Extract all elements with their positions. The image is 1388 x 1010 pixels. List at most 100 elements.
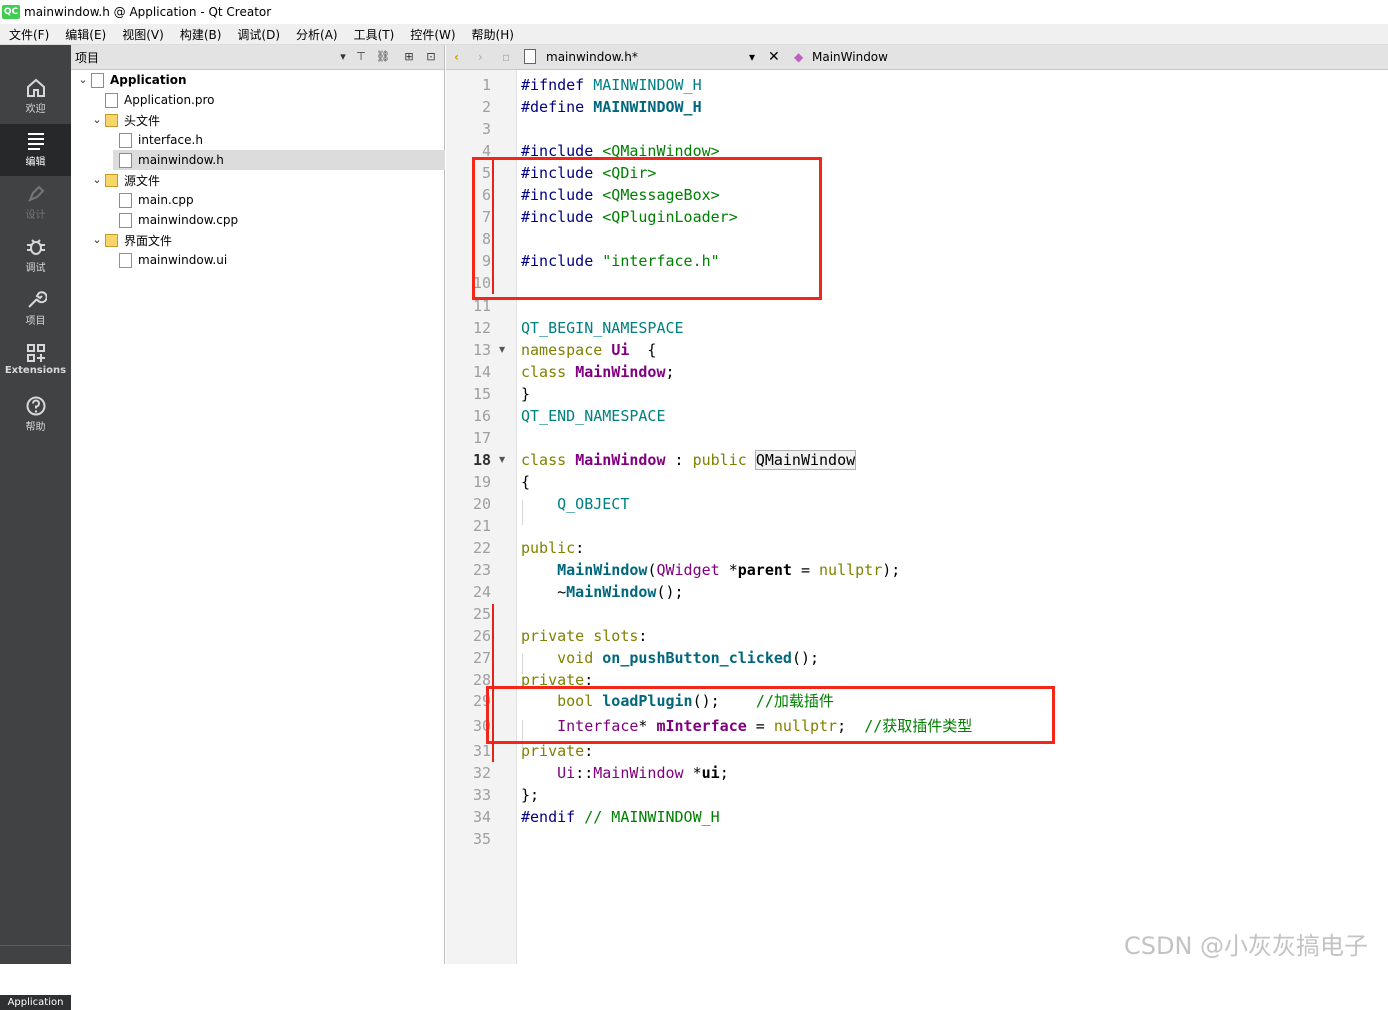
menu-item[interactable]: 调试(D) [228, 26, 287, 43]
line-number: 17 [472, 429, 491, 447]
project-navigator: 项目 ▾ ⊤ ⛓ ⊞ ⊡ ⌄ Application Application.pro… [71, 45, 445, 964]
code-line[interactable]: { [521, 471, 530, 493]
window-title: mainwindow.h @ Application - Qt Creator [24, 5, 272, 19]
tree-item[interactable]: ⌄ 界面文件 [71, 230, 445, 250]
tree-item[interactable]: ⌄ Application [71, 70, 445, 90]
code-token: = [791, 561, 820, 579]
code-line[interactable]: QT_END_NAMESPACE [521, 405, 666, 427]
menu-item[interactable]: 工具(T) [345, 26, 402, 43]
close-pane-icon[interactable]: ⊡ [423, 49, 439, 65]
code-line[interactable]: void on_pushButton_clicked(); [521, 647, 819, 669]
mode-welcome[interactable]: 欢迎 [0, 71, 71, 123]
menu-item[interactable]: 控件(W) [401, 26, 462, 43]
code-line[interactable]: #ifndef MAINWINDOW_H [521, 74, 702, 96]
file-tab[interactable]: mainwindow.h* [546, 49, 638, 65]
ui-file-icon [119, 253, 132, 268]
mode-design[interactable]: 设计 [0, 177, 71, 229]
header-file-icon [119, 153, 132, 168]
tree-item[interactable]: mainwindow.ui [71, 250, 445, 270]
line-number: 2 [481, 98, 491, 116]
help-icon [26, 396, 45, 416]
tree-item[interactable]: ⌄ 头文件 [71, 110, 445, 130]
menu-item[interactable]: 视图(V) [113, 26, 171, 43]
code-line[interactable]: ~MainWindow(); [521, 581, 683, 603]
fold-marker-icon[interactable]: ▼ [499, 455, 505, 464]
code-token: MAINWINDOW_H [593, 76, 702, 94]
code-token: private slots [521, 627, 639, 645]
chevron-down-icon[interactable]: ⌄ [91, 174, 103, 186]
code-line[interactable]: class MainWindow : public QMainWindow [521, 449, 857, 471]
line-number: 35 [472, 830, 491, 848]
code-line[interactable]: Q_OBJECT [521, 493, 629, 515]
mode-label: 设计 [25, 210, 46, 221]
indent-guide [522, 500, 523, 525]
menu-item[interactable]: 编辑(E) [56, 26, 113, 43]
tree-item[interactable]: mainwindow.h [113, 150, 445, 170]
code-line[interactable]: namespace Ui { [521, 339, 656, 361]
code-line[interactable]: } [521, 383, 530, 405]
filter-icon[interactable]: ⊤ [353, 49, 369, 65]
chevron-down-icon[interactable]: ⌄ [77, 74, 89, 86]
fold-marker-icon[interactable]: ▼ [499, 345, 505, 354]
close-file-icon[interactable]: ✕ [768, 49, 780, 65]
mode-edit[interactable]: 编辑 [0, 124, 71, 176]
menu-item[interactable]: 帮助(H) [463, 26, 521, 43]
line-number: 32 [472, 764, 491, 782]
chevron-down-icon[interactable]: ▾ [335, 49, 351, 65]
split-icon[interactable]: ⊞ [401, 49, 417, 65]
code-token: QMainWindow [754, 450, 857, 470]
mode-label: 帮助 [25, 422, 46, 433]
tree-item-label: mainwindow.ui [138, 253, 228, 267]
line-number: 33 [472, 786, 491, 804]
forward-arrow-icon[interactable]: › [478, 49, 483, 65]
line-number: 1 [481, 76, 491, 94]
mode-help[interactable]: 帮助 [0, 389, 71, 441]
code-line[interactable]: private slots: [521, 625, 647, 647]
code-line[interactable]: MainWindow(QWidget *parent = nullptr); [521, 559, 900, 581]
code-token: Q_OBJECT [557, 495, 630, 513]
code-token: : [575, 539, 585, 557]
code-line[interactable]: }; [521, 784, 539, 806]
file-chevron-down-icon[interactable]: ▾ [749, 49, 755, 65]
code-token: MainWindow [575, 363, 666, 381]
mode-label: 项目 [25, 316, 46, 327]
code-token: * [683, 764, 702, 782]
line-number: 23 [472, 561, 491, 579]
code-line[interactable]: public: [521, 537, 584, 559]
chevron-down-icon[interactable]: ⌄ [91, 114, 103, 126]
code-token: ; [719, 764, 729, 782]
menu-item[interactable]: 文件(F) [0, 26, 56, 43]
mode-debug[interactable]: 调试 [0, 230, 71, 282]
mode-extensions[interactable]: Extensions [0, 336, 71, 388]
link-icon[interactable]: ⛓ [375, 49, 391, 65]
home-icon [26, 78, 45, 97]
tree-item[interactable]: mainwindow.cpp [71, 210, 445, 230]
code-token: * [719, 561, 738, 579]
code-line[interactable]: QT_BEGIN_NAMESPACE [521, 317, 684, 339]
menu-item[interactable]: 构建(B) [171, 26, 229, 43]
line-number: 27 [472, 649, 491, 667]
back-arrow-icon[interactable]: ‹ [454, 49, 459, 65]
tree-item[interactable]: Application.pro [71, 90, 445, 110]
code-line[interactable]: class MainWindow; [521, 361, 675, 383]
code-token: private [521, 742, 585, 760]
tree-item[interactable]: interface.h [71, 130, 445, 150]
menu-item[interactable]: 分析(A) [287, 26, 345, 43]
code-line[interactable]: Ui::MainWindow *ui; [521, 762, 729, 784]
tree-item[interactable]: ⌄ 源文件 [71, 170, 445, 190]
project-selector[interactable]: Application [0, 945, 71, 1010]
code-token: { [521, 473, 531, 491]
tree-item-label: 源文件 [124, 173, 161, 188]
mode-projects[interactable]: 项目 [0, 283, 71, 335]
code-line[interactable]: #endif // MAINWINDOW_H [521, 806, 720, 828]
code-line[interactable]: #define MAINWINDOW_H [521, 96, 702, 118]
file-icon [524, 49, 536, 64]
tree-item[interactable]: main.cpp [71, 190, 445, 210]
code-token: MainWindow [593, 764, 684, 782]
code-token: #endif [521, 808, 585, 826]
code-token: (); [791, 649, 820, 667]
title-bar: QC mainwindow.h @ Application - Qt Creat… [0, 0, 1388, 24]
symbol-selector[interactable]: MainWindow [812, 49, 888, 65]
chevron-down-icon[interactable]: ⌄ [91, 234, 103, 246]
